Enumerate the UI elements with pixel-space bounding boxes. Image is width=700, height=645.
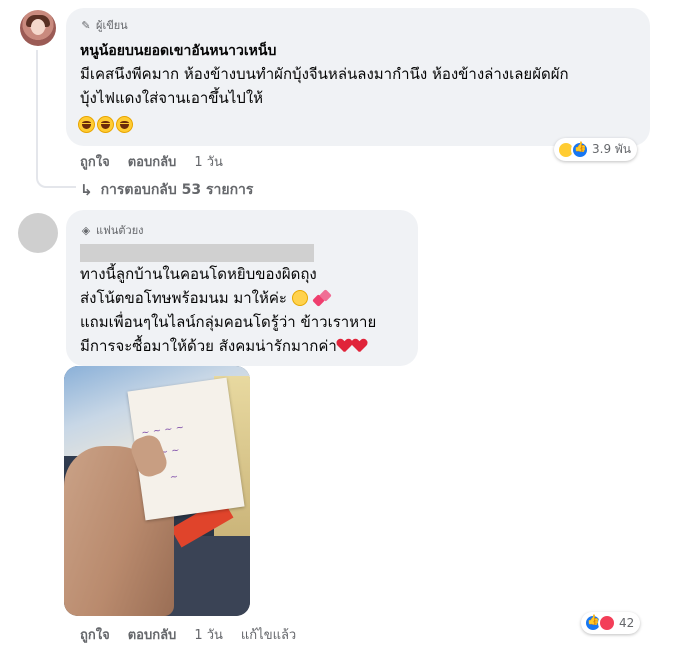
view-replies-link[interactable]: ↳ การตอบกลับ 53 รายการ: [80, 179, 253, 201]
reaction-count: 3.9 พัน: [592, 142, 632, 156]
edited-label[interactable]: แก้ไขแล้ว: [241, 624, 296, 645]
timestamp[interactable]: 1 วัน: [194, 624, 223, 645]
timestamp[interactable]: 1 วัน: [194, 151, 223, 172]
reply-button[interactable]: ตอบกลับ: [128, 624, 177, 645]
comment-text-line: แถมเพื่อนๆในไลน์กลุ่มคอนโดรู้ว่า ข้าวเรา…: [80, 313, 377, 331]
laughing-emoji-icon: [97, 116, 114, 133]
comment-photo[interactable]: ~ ~ ~ ~ ~ ~ ~ ~: [64, 366, 250, 616]
top-fan-badge-label: แฟนตัวยง: [96, 224, 144, 237]
two-hearts-emoji-icon: [311, 289, 332, 307]
comment-text: มีเคสนึงพีคมาก ห้องข้างบนทำผักบุ้งจีนหล่…: [80, 62, 640, 110]
like-button[interactable]: ถูกใจ: [80, 624, 110, 645]
comment-actions: ถูกใจ ตอบกลับ 1 วัน แก้ไขแล้ว: [80, 624, 296, 645]
view-replies-label: การตอบกลับ 53 รายการ: [100, 182, 254, 198]
comment-text-line: มีเคสนึงพีคมาก ห้องข้างบนทำผักบุ้งจีนหล่…: [80, 65, 569, 83]
photo-dark-area: [164, 536, 250, 616]
avatar-face: [31, 19, 45, 35]
emoji-row: [78, 116, 133, 133]
diamond-icon: ◈: [81, 223, 91, 237]
comment-text-span: ส่งโน้ตขอโทษพร้อมนม มาให้ค่ะ: [80, 289, 287, 307]
reaction-count: 42: [619, 616, 635, 630]
like-button[interactable]: ถูกใจ: [80, 151, 110, 172]
comment-text-span: มีการจะซื้อมาให้ด้วย สังคมน่ารักมากค่า: [80, 337, 337, 355]
comment-text-line: ส่งโน้ตขอโทษพร้อมนม มาให้ค่ะ: [80, 286, 410, 310]
avatar[interactable]: [18, 213, 58, 253]
author-badge-label: ผู้เขียน: [96, 19, 128, 32]
reply-button[interactable]: ตอบกลับ: [128, 151, 177, 172]
reaction-summary[interactable]: 42: [581, 612, 641, 634]
redacted-author-name: [80, 244, 314, 262]
laughing-emoji-icon: [116, 116, 133, 133]
note-scribble: ~: [169, 471, 179, 484]
pen-icon: ✎: [81, 18, 91, 32]
reaction-summary[interactable]: 3.9 พัน: [554, 138, 638, 161]
comment-actions: ถูกใจ ตอบกลับ 1 วัน: [80, 151, 223, 172]
author-badge: ✎ ผู้เขียน: [80, 16, 128, 34]
top-fan-badge: ◈ แฟนตัวยง: [80, 221, 144, 239]
laughing-emoji-icon: [78, 116, 95, 133]
comment-text-line: มีการจะซื้อมาให้ด้วย สังคมน่ารักมากค่า: [80, 334, 410, 358]
avatar[interactable]: [20, 10, 56, 46]
like-reaction-icon: [571, 140, 589, 159]
reply-arrow-icon: ↳: [80, 181, 93, 199]
love-reaction-icon: [598, 614, 616, 632]
comment-text-line: บุ้งไฟแดงใส่จานเอาขึ้นไปให้: [80, 89, 264, 107]
comment-text: ทางนี้ลูกบ้านในคอนโดหยิบของผิดถุง ส่งโน้…: [80, 262, 410, 358]
red-heart-emoji-icon: [352, 339, 367, 353]
comment-text-line: ทางนี้ลูกบ้านในคอนโดหยิบของผิดถุง: [80, 265, 317, 283]
comment-author-name[interactable]: หนูน้อยบนยอดเขาอันหนาวเหน็บ: [80, 40, 276, 62]
smiling-emoji-icon: [291, 290, 308, 306]
red-heart-emoji-icon: [337, 339, 352, 353]
